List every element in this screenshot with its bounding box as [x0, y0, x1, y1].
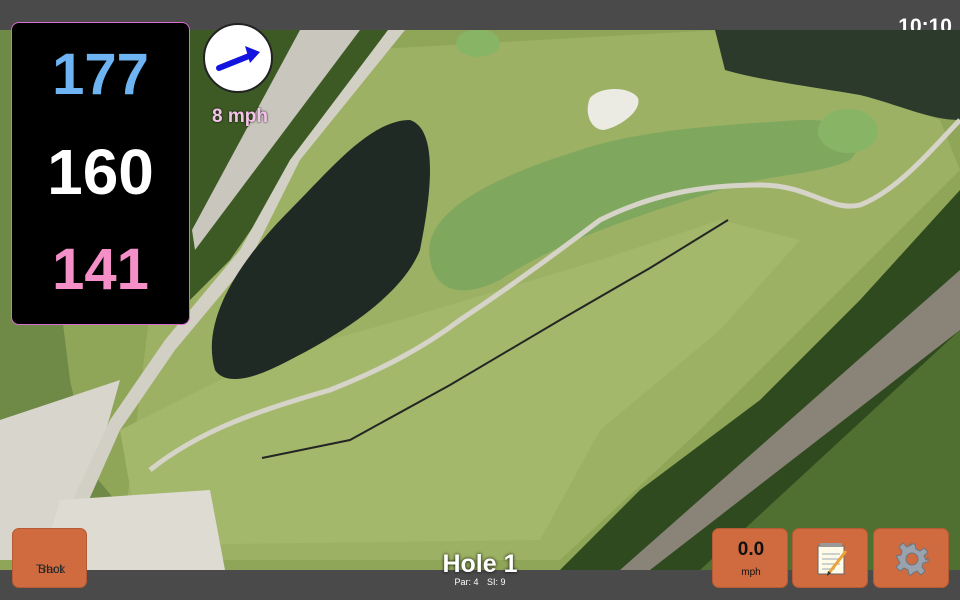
wind-speed-unit: mph [741, 567, 761, 578]
stroke-index-label: SI: 9 [487, 577, 506, 587]
settings-button[interactable] [873, 528, 949, 588]
middle-distance: 160 [47, 136, 154, 208]
front-distance: 141 [52, 237, 149, 302]
gear-icon [895, 542, 929, 576]
wind-direction-indicator [203, 23, 273, 93]
distance-panel: 177 160 141 [11, 22, 190, 325]
notes-button[interactable] [792, 528, 868, 588]
wind-speed-value: 0.0 [737, 539, 765, 560]
wind-speed-button[interactable]: 0.0 mph [712, 528, 788, 588]
track-shot-label: Track Shot [35, 562, 66, 576]
notepad-icon [817, 543, 848, 576]
par-label: Par: 4 [454, 577, 479, 587]
track-shot-button[interactable]: Track Shot [12, 528, 87, 588]
back-distance: 177 [52, 42, 149, 107]
wind-speed-label: 8 mph [212, 106, 268, 127]
wind-arrow-icon [216, 46, 260, 71]
hole-title: Hole 1 [442, 550, 518, 578]
hole-info: Par: 4 SI: 9 [380, 577, 580, 587]
